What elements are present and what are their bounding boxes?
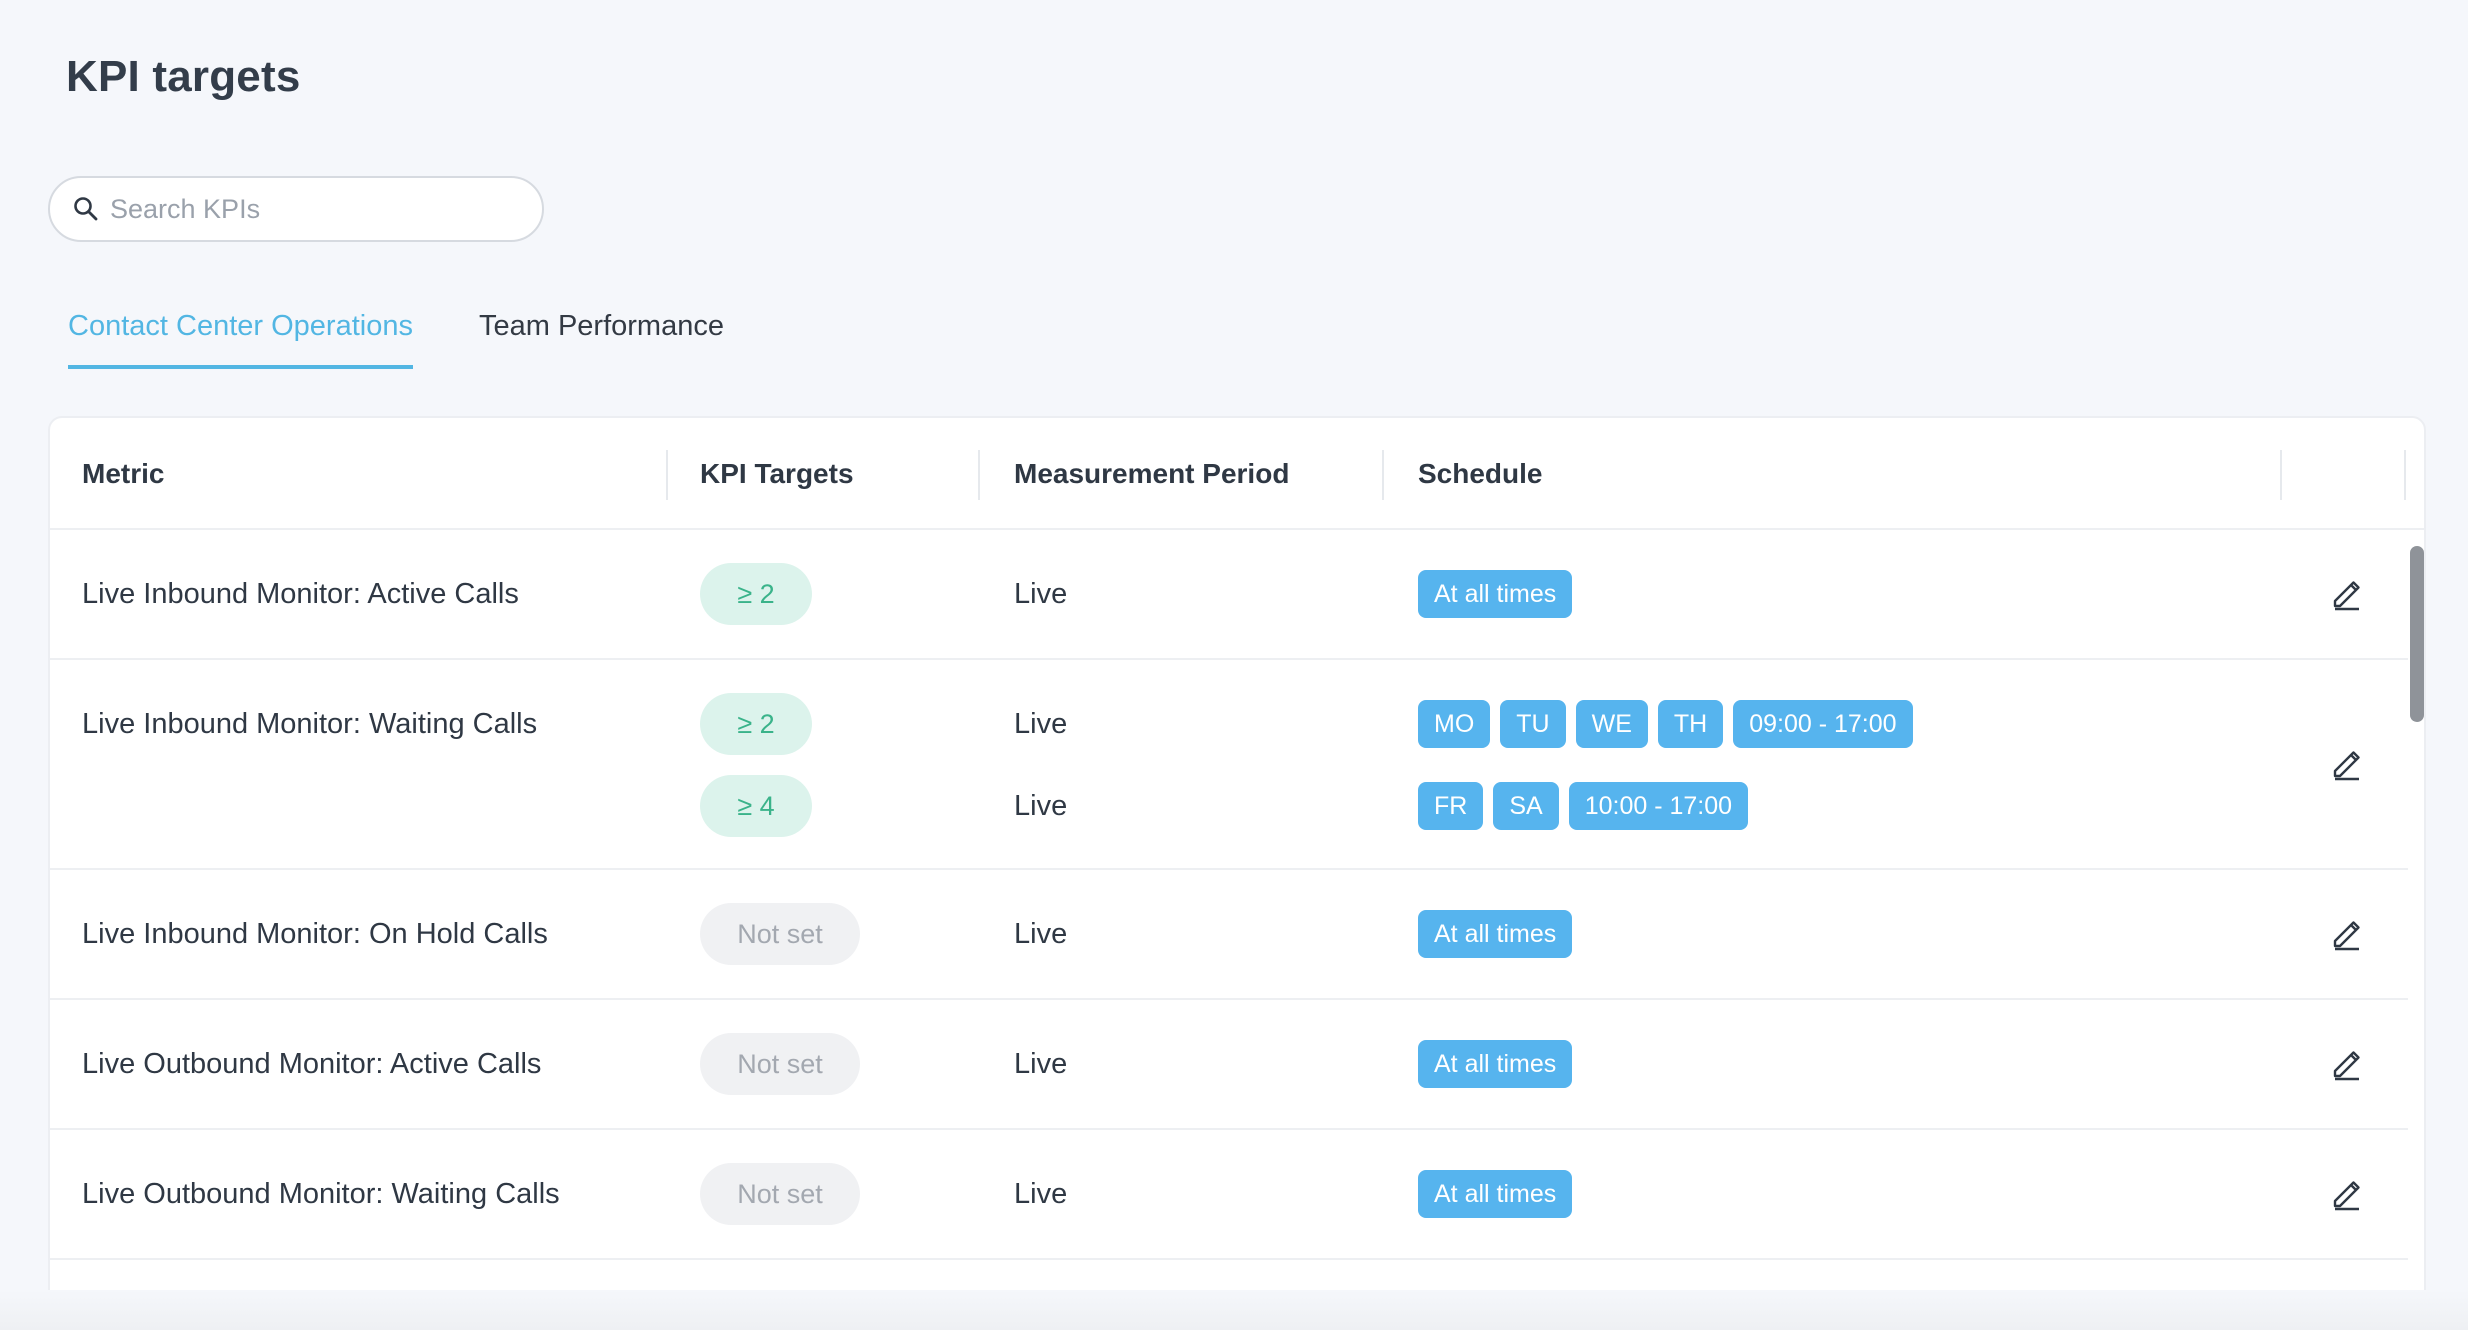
measurement-period: Live	[1014, 790, 1068, 822]
search-icon	[72, 195, 100, 223]
page-title: KPI targets	[66, 52, 301, 101]
column-divider[interactable]	[2404, 450, 2406, 500]
table-row: Live Inbound Monitor: Active Calls ≥ 2 L…	[50, 530, 2408, 660]
schedule-chip-day: MO	[1418, 700, 1491, 748]
tab-contact-center-operations[interactable]: Contact Center Operations	[68, 310, 413, 369]
metric-name: Live Inbound Monitor: Waiting Calls	[82, 708, 538, 740]
search-box[interactable]	[48, 176, 544, 242]
table-row: Live Inbound Monitor: On Hold Calls Not …	[50, 870, 2408, 1000]
column-header-kpi-targets: KPI Targets	[700, 458, 854, 489]
measurement-period: Live	[1014, 578, 1068, 610]
column-header-schedule: Schedule	[1418, 458, 1543, 489]
metric-name: Live Outbound Monitor: Waiting Calls	[82, 1178, 560, 1210]
schedule-chip: At all times	[1418, 1170, 1573, 1218]
kpi-target-badge: Not set	[700, 1163, 860, 1225]
scrollbar-thumb[interactable]	[2410, 546, 2424, 722]
edit-icon[interactable]	[2330, 1177, 2364, 1211]
edit-icon[interactable]	[2330, 747, 2364, 781]
schedule-chip-day: SA	[1493, 782, 1559, 830]
edit-icon[interactable]	[2330, 577, 2364, 611]
schedule-chip-day: TH	[1657, 700, 1724, 748]
column-divider[interactable]	[978, 450, 980, 500]
tab-bar: Contact Center Operations Team Performan…	[68, 310, 724, 369]
schedule-chip-day: WE	[1575, 700, 1648, 748]
measurement-period: Live	[1014, 708, 1068, 740]
column-header-metric: Metric	[82, 458, 165, 489]
kpi-target-badge: Not set	[700, 1033, 860, 1095]
column-header-measurement-period: Measurement Period	[1014, 458, 1290, 489]
kpi-target-badge: ≥ 2	[700, 563, 812, 625]
kpi-target-badge: ≥ 2	[700, 693, 812, 755]
column-divider[interactable]	[666, 450, 668, 500]
schedule-chip-day: TU	[1500, 700, 1566, 748]
kpi-target-badge: Not set	[700, 903, 860, 965]
table-row: Live Outbound Monitor: Active Calls Not …	[50, 1000, 2408, 1130]
schedule-chip: At all times	[1418, 910, 1573, 958]
schedule: At all times	[1418, 1170, 1582, 1218]
column-divider[interactable]	[1382, 450, 1384, 500]
measurement-period: Live	[1014, 1178, 1068, 1210]
schedule-chip-time: 10:00 - 17:00	[1568, 782, 1749, 830]
metric-name: Live Outbound Monitor: Active Calls	[82, 1048, 542, 1080]
edit-icon[interactable]	[2330, 1047, 2364, 1081]
schedule-chip: At all times	[1418, 570, 1573, 618]
schedule: FR SA 10:00 - 17:00	[1418, 782, 1758, 830]
table-header: Metric KPI Targets Measurement Period Sc…	[50, 418, 2424, 530]
schedule-chip: At all times	[1418, 1040, 1573, 1088]
table-row: Live Outbound Monitor: Waiting Calls Not…	[50, 1130, 2408, 1260]
schedule-chip-time: 09:00 - 17:00	[1733, 700, 1913, 748]
measurement-period: Live	[1014, 1048, 1068, 1080]
table-row: Live Inbound Monitor: Waiting Calls ≥ 2 …	[50, 660, 2408, 870]
tab-team-performance[interactable]: Team Performance	[479, 310, 724, 369]
schedule: At all times	[1418, 910, 1582, 958]
kpi-target-badge: ≥ 4	[700, 775, 812, 837]
column-divider[interactable]	[2280, 450, 2282, 500]
vertical-scrollbar[interactable]	[2408, 528, 2424, 1314]
search-input[interactable]	[108, 192, 512, 226]
measurement-period: Live	[1014, 918, 1068, 950]
metric-name: Live Inbound Monitor: On Hold Calls	[82, 918, 548, 950]
kpi-table: Metric KPI Targets Measurement Period Sc…	[48, 416, 2426, 1316]
schedule: At all times	[1418, 570, 1582, 618]
edit-icon[interactable]	[2330, 917, 2364, 951]
schedule: MO TU WE TH 09:00 - 17:00	[1418, 700, 1923, 748]
page-bottom-edge	[0, 1290, 2468, 1330]
metric-name: Live Inbound Monitor: Active Calls	[82, 578, 519, 610]
schedule-chip-day: FR	[1418, 782, 1484, 830]
schedule: At all times	[1418, 1040, 1582, 1088]
